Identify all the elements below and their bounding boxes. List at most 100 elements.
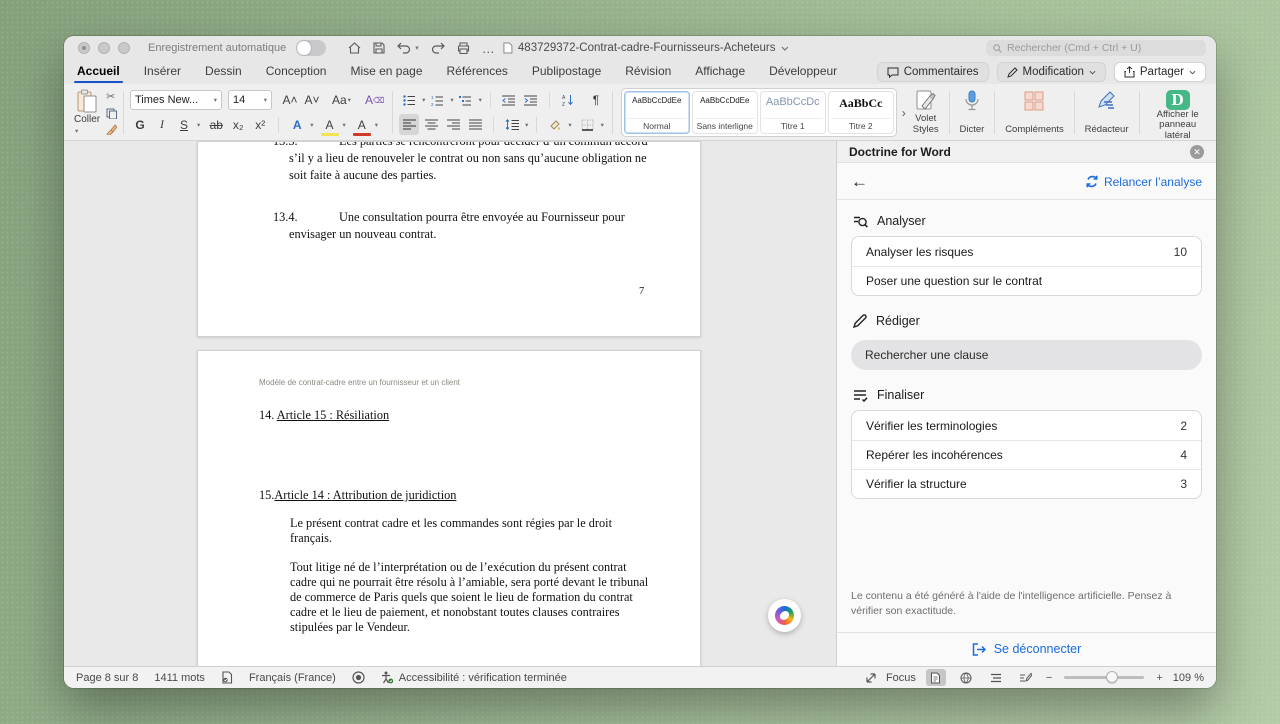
autosave-toggle[interactable] bbox=[296, 40, 326, 56]
justify-button[interactable] bbox=[465, 114, 485, 135]
change-case-button[interactable]: Aa▾ bbox=[330, 90, 353, 111]
language-status[interactable]: Français (France) bbox=[249, 672, 336, 684]
zoom-percent[interactable]: 109 % bbox=[1173, 672, 1204, 684]
verifier-structure-item[interactable]: Vérifier la structure 3 bbox=[852, 469, 1201, 498]
accessibility-status[interactable]: Accessibilité : vérification terminée bbox=[381, 671, 567, 684]
zoom-slider[interactable] bbox=[1064, 676, 1144, 679]
tab-accueil[interactable]: Accueil bbox=[76, 61, 121, 83]
word-count-status[interactable]: 1411 mots bbox=[154, 672, 205, 684]
page-count-status[interactable]: Page 8 sur 8 bbox=[76, 672, 138, 684]
doctrine-side-panel-button[interactable]: D Afficher le panneau latéral bbox=[1145, 88, 1210, 137]
clear-formatting-button[interactable]: A⌫ bbox=[363, 90, 386, 111]
zoom-window-button[interactable] bbox=[118, 42, 130, 54]
numbering-button[interactable]: 12 bbox=[427, 90, 447, 111]
bold-button[interactable]: G bbox=[130, 114, 150, 135]
bullets-button[interactable] bbox=[399, 90, 419, 111]
grow-font-button[interactable]: A˄ bbox=[280, 90, 300, 111]
font-color-button[interactable]: A bbox=[352, 114, 372, 135]
tab-developpeur[interactable]: Développeur bbox=[768, 61, 838, 83]
tab-inserer[interactable]: Insérer bbox=[143, 61, 182, 83]
addins-button[interactable]: Compléments bbox=[1001, 88, 1068, 137]
share-button[interactable]: Partager bbox=[1114, 62, 1206, 82]
search-input[interactable]: Rechercher (Cmd + Ctrl + U) bbox=[986, 40, 1206, 56]
print-icon[interactable] bbox=[457, 42, 470, 54]
paste-button[interactable]: Coller ▾ bbox=[72, 88, 102, 137]
web-layout-view-button[interactable] bbox=[956, 669, 976, 686]
line-spacing-button[interactable] bbox=[502, 114, 522, 135]
zoom-out-button[interactable]: − bbox=[1046, 672, 1052, 684]
tab-dessin[interactable]: Dessin bbox=[204, 61, 243, 83]
document-page-8[interactable]: Modèle de contrat-cadre entre un fournis… bbox=[197, 350, 701, 666]
align-center-button[interactable] bbox=[421, 114, 441, 135]
tab-conception[interactable]: Conception bbox=[265, 61, 328, 83]
save-icon[interactable] bbox=[373, 42, 385, 54]
analyser-les-risques-item[interactable]: Analyser les risques 10 bbox=[852, 237, 1201, 266]
sort-button[interactable]: AZ bbox=[558, 90, 578, 111]
cut-icon[interactable]: ✂ bbox=[106, 90, 117, 103]
show-marks-button[interactable]: ¶ bbox=[586, 90, 606, 111]
increase-indent-button[interactable] bbox=[521, 90, 541, 111]
panel-close-icon[interactable]: ✕ bbox=[1190, 145, 1204, 159]
outline-view-button[interactable] bbox=[986, 669, 1006, 686]
tab-references[interactable]: Références bbox=[446, 61, 509, 83]
back-button[interactable]: ← bbox=[851, 173, 868, 190]
font-size-select[interactable]: 14▾ bbox=[228, 90, 272, 110]
copy-icon[interactable] bbox=[106, 108, 117, 119]
comments-button[interactable]: Commentaires bbox=[877, 62, 989, 82]
rechercher-une-clause-button[interactable]: Rechercher une clause bbox=[851, 340, 1202, 370]
zoom-slider-knob[interactable] bbox=[1106, 671, 1118, 683]
underline-button[interactable]: S bbox=[174, 114, 194, 135]
macro-record-icon[interactable] bbox=[352, 671, 365, 684]
dictate-button[interactable]: Dicter bbox=[956, 88, 989, 137]
draft-view-button[interactable] bbox=[1016, 669, 1036, 686]
style-sans-interligne[interactable]: AaBbCcDdEe Sans interligne bbox=[692, 91, 758, 134]
underline-dropdown-icon[interactable]: ▾ bbox=[197, 121, 200, 129]
redo-icon[interactable] bbox=[431, 42, 445, 54]
superscript-button[interactable]: x² bbox=[250, 114, 270, 135]
font-name-select[interactable]: Times New...▾ bbox=[130, 90, 222, 110]
close-window-button[interactable] bbox=[78, 42, 90, 54]
shading-button[interactable] bbox=[545, 114, 565, 135]
document-page-7[interactable]: 13.3. Les parties se rencontreront pour … bbox=[197, 141, 701, 337]
tab-publipostage[interactable]: Publipostage bbox=[531, 61, 602, 83]
home-icon[interactable] bbox=[348, 42, 361, 54]
focus-icon[interactable] bbox=[866, 673, 876, 683]
shrink-font-button[interactable]: A˅ bbox=[302, 90, 322, 111]
undo-dropdown-icon[interactable]: ▾ bbox=[415, 44, 419, 52]
relaunch-analysis-button[interactable]: Relancer l’analyse bbox=[1086, 175, 1202, 189]
zoom-in-button[interactable]: + bbox=[1156, 672, 1162, 684]
align-right-button[interactable] bbox=[443, 114, 463, 135]
editor-button[interactable]: Rédacteur bbox=[1081, 88, 1133, 137]
strikethrough-button[interactable]: ab bbox=[206, 114, 226, 135]
proofing-icon[interactable] bbox=[221, 671, 233, 684]
styles-gallery-more-button[interactable]: › bbox=[899, 88, 909, 137]
reperer-incoherences-item[interactable]: Repérer les incohérences 4 bbox=[852, 440, 1201, 469]
style-titre-2[interactable]: AaBbCc Titre 2 bbox=[828, 91, 894, 134]
subscript-button[interactable]: x₂ bbox=[228, 114, 248, 135]
format-painter-icon[interactable] bbox=[106, 124, 117, 135]
multilevel-list-button[interactable] bbox=[456, 90, 476, 111]
highlight-button[interactable]: A bbox=[320, 114, 340, 135]
tab-affichage[interactable]: Affichage bbox=[694, 61, 746, 83]
style-titre-1[interactable]: AaBbCcDc Titre 1 bbox=[760, 91, 826, 134]
more-icon[interactable]: … bbox=[482, 41, 495, 56]
focus-label[interactable]: Focus bbox=[886, 672, 916, 684]
verifier-terminologies-item[interactable]: Vérifier les terminologies 2 bbox=[852, 411, 1201, 440]
styles-pane-button[interactable]: Volet Styles bbox=[909, 88, 943, 137]
borders-button[interactable] bbox=[578, 114, 598, 135]
editing-mode-button[interactable]: Modification bbox=[997, 62, 1106, 82]
document-title[interactable]: 483729372-Contrat-cadre-Fournisseurs-Ach… bbox=[503, 42, 789, 54]
undo-icon[interactable] bbox=[397, 42, 411, 54]
minimize-window-button[interactable] bbox=[98, 42, 110, 54]
align-left-button[interactable] bbox=[399, 114, 419, 135]
poser-une-question-item[interactable]: Poser une question sur le contrat bbox=[852, 266, 1201, 295]
decrease-indent-button[interactable] bbox=[499, 90, 519, 111]
paste-dropdown-icon[interactable]: ▾ bbox=[75, 128, 78, 135]
style-normal[interactable]: AaBbCcDdEe Normal bbox=[624, 91, 690, 134]
italic-button[interactable]: I bbox=[152, 114, 172, 135]
text-effects-button[interactable]: A bbox=[287, 114, 307, 135]
tab-revision[interactable]: Révision bbox=[624, 61, 672, 83]
tab-mise-en-page[interactable]: Mise en page bbox=[349, 61, 423, 83]
copilot-button[interactable] bbox=[768, 599, 801, 632]
logout-button[interactable]: Se déconnecter bbox=[837, 632, 1216, 666]
